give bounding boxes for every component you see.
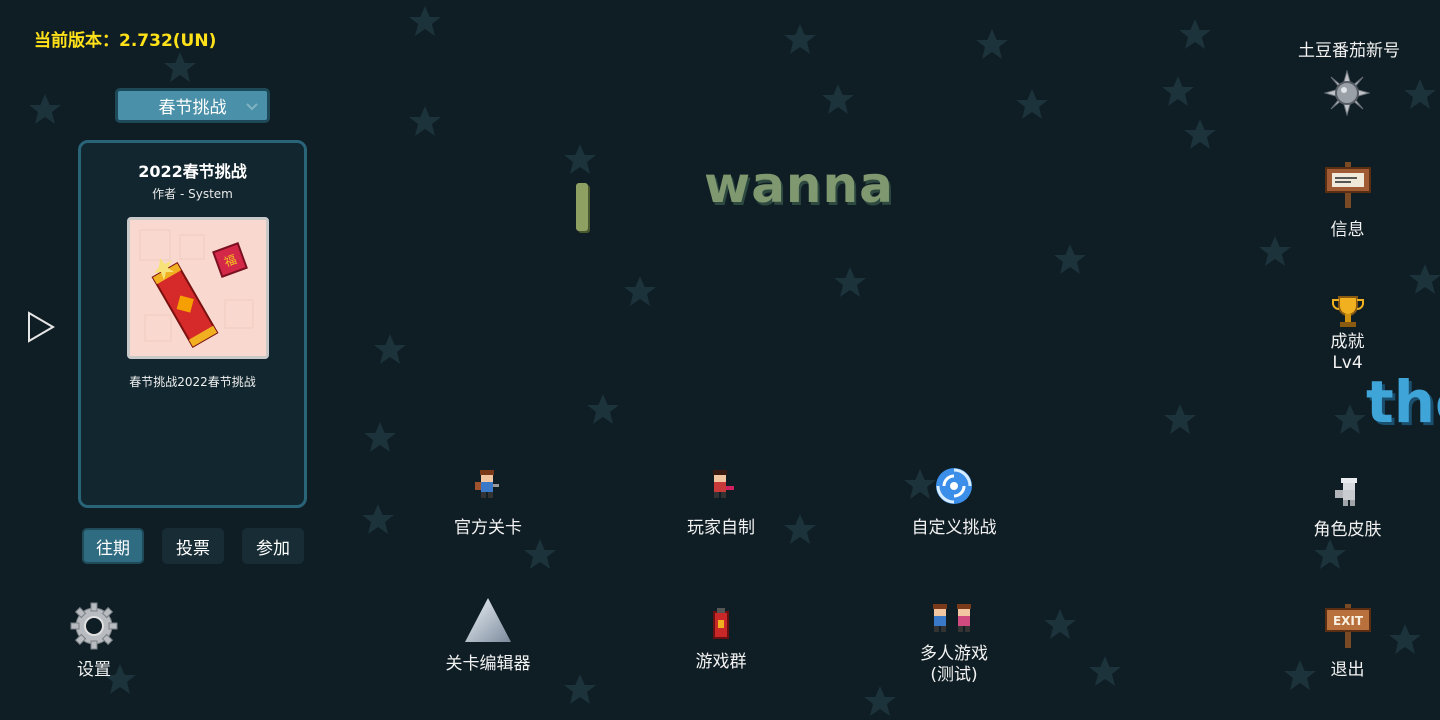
game-group-button[interactable]: 游戏群 bbox=[665, 604, 777, 673]
player-character-icon bbox=[713, 470, 734, 498]
challenge-title: 2022春节挑战 bbox=[138, 162, 247, 181]
multiplayer-label-line1: 多人游戏 bbox=[920, 644, 988, 664]
player-made-label: 玩家自制 bbox=[687, 518, 755, 538]
challenge-description: 春节挑战2022春节挑战 bbox=[129, 375, 256, 389]
challenge-author: 作者 - System bbox=[152, 187, 233, 201]
settings-button[interactable]: 设置 bbox=[64, 602, 124, 681]
trophy-icon bbox=[1331, 296, 1364, 327]
multiplayer-label-line2: (测试) bbox=[930, 665, 978, 685]
kid-character-icon bbox=[475, 470, 499, 498]
spike-triangle-icon bbox=[465, 598, 511, 642]
chevron-down-icon bbox=[246, 103, 258, 111]
spiked-ball-icon[interactable] bbox=[1324, 70, 1370, 116]
official-levels-label: 官方关卡 bbox=[454, 518, 522, 538]
exit-sign-text: EXIT bbox=[1332, 614, 1363, 628]
multiplayer-characters-icon bbox=[933, 604, 971, 632]
achievement-level: Lv4 bbox=[1332, 353, 1363, 373]
signboard-icon bbox=[1324, 162, 1371, 208]
title-letter-i bbox=[576, 183, 588, 231]
title-wanna: wanna bbox=[704, 156, 894, 214]
tab-join[interactable]: 参加 bbox=[242, 528, 304, 564]
achievements-button[interactable]: 成就 Lv4 bbox=[1300, 294, 1395, 374]
vortex-icon bbox=[936, 468, 972, 504]
settings-label: 设置 bbox=[77, 660, 111, 680]
dropdown-selected-label: 春节挑战 bbox=[158, 98, 227, 118]
tab-vote[interactable]: 投票 bbox=[162, 528, 224, 564]
level-editor-label: 关卡编辑器 bbox=[445, 654, 531, 674]
username-label[interactable]: 土豆番茄新号 bbox=[1298, 36, 1400, 61]
gear-icon bbox=[70, 602, 118, 650]
info-label: 信息 bbox=[1330, 220, 1365, 240]
character-skin-button[interactable]: 角色皮肤 bbox=[1300, 476, 1395, 541]
multiplayer-button[interactable]: 多人游戏 (测试) bbox=[898, 602, 1010, 686]
red-canister-icon bbox=[713, 608, 729, 639]
exit-label: 退出 bbox=[1330, 660, 1365, 680]
title-the: the bbox=[1366, 368, 1440, 436]
challenge-thumbnail[interactable]: 福 bbox=[127, 217, 269, 359]
achievements-label: 成就 bbox=[1330, 332, 1365, 352]
play-arrow-icon[interactable] bbox=[26, 310, 56, 344]
firecracker-icon: 福 bbox=[130, 220, 266, 356]
game-group-label: 游戏群 bbox=[695, 652, 747, 672]
tab-past[interactable]: 往期 bbox=[82, 528, 144, 564]
skin-silhouette-icon bbox=[1334, 478, 1357, 506]
character-skin-label: 角色皮肤 bbox=[1313, 520, 1382, 540]
exit-button[interactable]: EXIT 退出 bbox=[1300, 602, 1395, 681]
level-editor-button[interactable]: 关卡编辑器 bbox=[432, 596, 544, 675]
info-button[interactable]: 信息 bbox=[1300, 160, 1395, 241]
player-made-button[interactable]: 玩家自制 bbox=[665, 468, 777, 539]
challenge-card[interactable]: 2022春节挑战 作者 - System 福 春节挑战2022春节挑战 bbox=[78, 140, 307, 508]
exit-sign-icon: EXIT bbox=[1324, 604, 1371, 648]
custom-challenge-label: 自定义挑战 bbox=[911, 518, 997, 538]
custom-challenge-button[interactable]: 自定义挑战 bbox=[898, 466, 1010, 539]
challenge-dropdown[interactable]: 春节挑战 bbox=[115, 88, 270, 123]
version-label: 当前版本：2.732(UN) bbox=[34, 31, 217, 51]
official-levels-button[interactable]: 官方关卡 bbox=[432, 468, 544, 539]
